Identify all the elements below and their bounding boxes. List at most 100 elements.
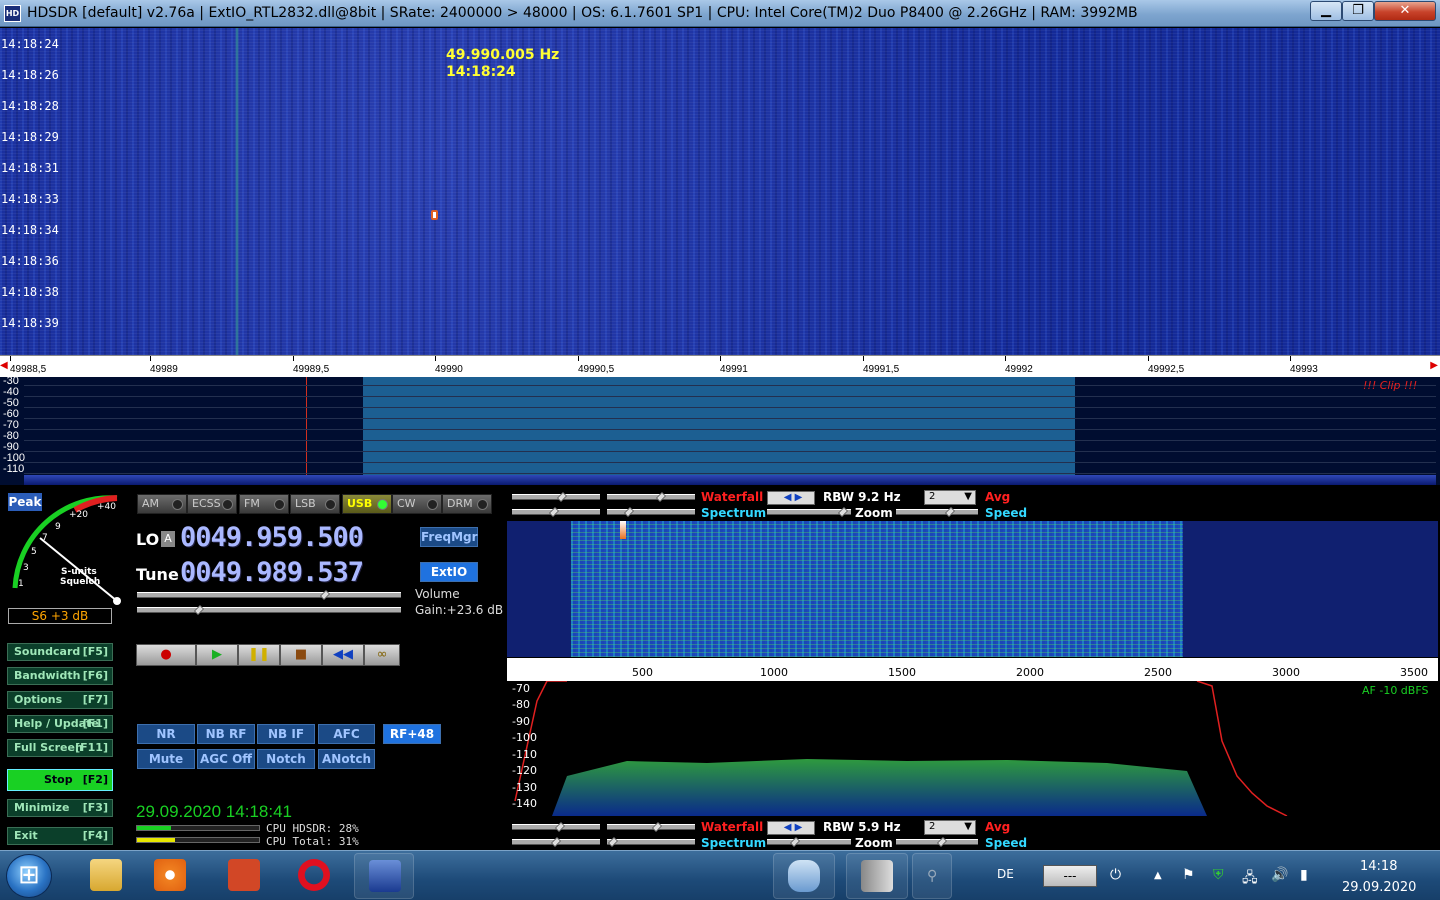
af-zoom-label: Zoom [855,836,893,850]
lo-a-button[interactable]: A [161,531,175,547]
passband-filter[interactable] [363,377,1075,485]
taskbar-tray-app1[interactable] [773,853,835,899]
rf-sp-slider-1[interactable] [512,507,600,517]
stop-icon[interactable]: ■ [280,644,322,666]
taskbar-powerpoint[interactable] [214,853,274,899]
close-button[interactable]: ✕ [1374,1,1436,21]
cursor-frequency: 49.990.005 Hz [446,47,560,63]
peak-button[interactable]: Peak [8,493,42,511]
mode-usb-button[interactable]: USB [342,494,392,514]
minimize-app-button[interactable]: Minimize [F3] [7,799,113,817]
pause-icon[interactable]: ❚❚ [238,644,280,666]
security-shield-icon[interactable]: ⛨ [1213,867,1224,883]
minimize-button[interactable]: ▁ [1310,1,1342,21]
af-wf-slider-2[interactable] [607,822,695,832]
start-button[interactable] [6,854,52,898]
anotch-button[interactable]: ANotch [318,749,375,769]
notch-button[interactable]: Notch [257,749,315,769]
mode-lsb-button[interactable]: LSB [290,494,340,514]
battery-icon[interactable]: ▮ [1300,867,1308,883]
mode-fm-button[interactable]: FM [239,494,289,514]
rf-speed-slider[interactable] [896,507,978,517]
af-rbw-stepper[interactable]: ◀ ▶ [767,821,815,835]
options-button[interactable]: Options [F7] [7,691,113,709]
s-units-label: S-units [61,567,97,577]
lo-frequency[interactable]: 0049.959.500 [180,522,364,553]
input-language[interactable]: DE [997,867,1014,881]
scroll-right-icon[interactable]: ▶ [1430,360,1438,371]
af-axis-label: 2000 [1016,666,1044,679]
af-speed-slider[interactable] [896,837,978,847]
network-icon[interactable]: 🖧 [1242,867,1258,891]
loop-icon[interactable]: ∞ [364,644,400,666]
rf-rbw-stepper[interactable]: ◀ ▶ [767,491,815,505]
af-waterfall[interactable] [507,521,1438,657]
nr-button[interactable]: NR [137,724,195,744]
action-center-flag-icon[interactable]: ⚑ [1182,867,1195,883]
full-screen-button[interactable]: Full Screen [F11] [7,739,113,757]
afc-button[interactable]: AFC [318,724,375,744]
rf-avg-select[interactable]: 2 ▼ [924,490,976,505]
taskbar-media[interactable] [140,853,200,899]
rf-sp-slider-2[interactable] [607,507,695,517]
scroll-left-icon[interactable]: ◀ [0,360,8,371]
af-spectrum[interactable]: -70 -80 -90 -100 -110 -120 -130 -140 AF … [507,681,1438,816]
clock-time[interactable]: 14:18 [1360,859,1397,874]
status-datetime: 29.09.2020 14:18:41 [136,802,292,821]
stop-button[interactable]: Stop [F2] [7,769,113,791]
rf-waterfall[interactable]: 14:18:24 14:18:26 14:18:28 14:18:29 14:1… [0,28,1440,355]
power-plug-icon[interactable]: ⏻ [1110,867,1121,883]
maximize-button[interactable]: ❐ [1342,1,1374,21]
af-zoom-slider[interactable] [767,837,851,847]
s-meter[interactable]: Peak +40 +20 9 7 5 3 1 S-units Squelch S… [5,488,123,626]
rf48-button[interactable]: RF+48 [383,724,441,744]
taskbar-opera[interactable] [284,853,344,899]
axis-label: 49990 [435,364,463,375]
rf-zoom-label: Zoom [855,506,893,520]
nb-rf-button[interactable]: NB RF [197,724,255,744]
extio-button[interactable]: ExtIO [420,562,478,582]
af-wf-slider-1[interactable] [512,822,600,832]
af-level-label: AF -10 dBFS [1362,684,1429,697]
clock-date[interactable]: 29.09.2020 [1342,880,1416,895]
hdsdr-app-icon[interactable]: HD [4,5,21,22]
mode-ecss-button[interactable]: ECSS [187,494,237,514]
taskbar-hdsdr[interactable] [354,853,414,899]
rf-frequency-axis[interactable]: ◀ ▶ 49988,5 49989 49989,5 49990 49990,5 … [0,355,1440,377]
title-bar[interactable]: HD HDSDR [default] v2.76a | ExtIO_RTL283… [0,0,1440,27]
af-frequency-axis[interactable]: 500 1000 1500 2000 2500 3000 3500 [507,657,1438,681]
af-avg-select[interactable]: 2 ▼ [924,820,976,835]
mode-am-button[interactable]: AM [137,494,187,514]
af-sp-slider-2[interactable] [607,837,695,847]
lo-marker[interactable] [306,377,307,485]
freqmgr-button[interactable]: FreqMgr [420,527,478,547]
agc-button[interactable]: AGC Off [197,749,255,769]
taskbar-tray-app2[interactable] [846,853,908,899]
rewind-icon[interactable]: ◀◀ [322,644,364,666]
rf-spectrum[interactable]: -30 -40 -50 -60 -70 -80 -90 -100 -110 !!… [0,377,1440,485]
show-hidden-icons[interactable]: ▲ [1154,870,1162,881]
taskbar-explorer[interactable] [76,853,136,899]
play-icon[interactable]: ▶ [196,644,238,666]
tune-frequency[interactable]: 0049.989.537 [180,557,364,588]
soundcard-button[interactable]: Soundcard [F5] [7,643,113,661]
rf-wf-slider-2[interactable] [607,492,695,502]
volume-slider[interactable] [137,590,401,600]
rf-speed-label: Speed [985,506,1028,520]
mode-drm-button[interactable]: DRM [442,494,492,514]
rf-wf-slider-1[interactable] [512,492,600,502]
af-sp-slider-1[interactable] [512,837,600,847]
mute-button[interactable]: Mute [137,749,195,769]
exit-button[interactable]: Exit [F4] [7,827,113,845]
waterfall-timestamp: 14:18:34 [1,223,59,237]
gain-slider[interactable] [137,605,401,615]
bandwidth-button[interactable]: Bandwidth [F6] [7,667,113,685]
nb-if-button[interactable]: NB IF [257,724,315,744]
taskbar-tray-app3[interactable]: ⚲ [912,853,952,899]
help-update-button[interactable]: Help / Update [F1] [7,715,113,733]
tray-indicator-box[interactable]: --- [1043,865,1097,887]
mode-cw-button[interactable]: CW [392,494,442,514]
volume-icon[interactable]: 🔊 [1271,867,1288,883]
record-icon[interactable]: ● [136,644,196,666]
rf-zoom-slider[interactable] [767,507,851,517]
